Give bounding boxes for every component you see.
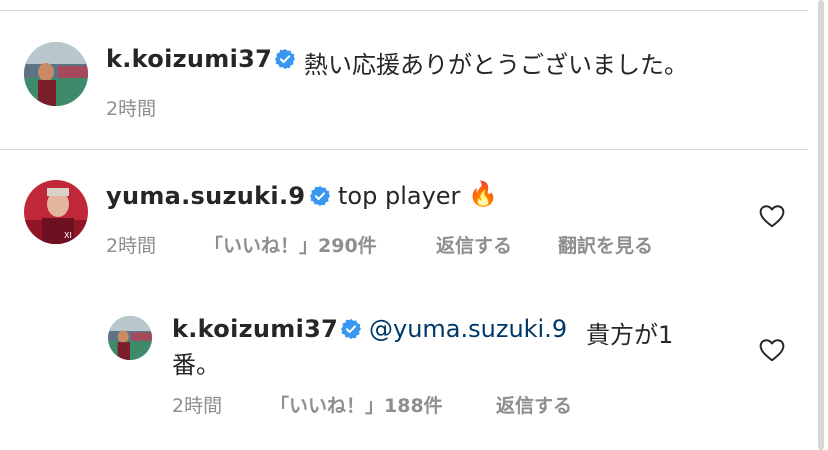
likes-count[interactable]: 「いいね！」188件 — [270, 391, 443, 418]
verified-badge-icon — [340, 318, 362, 340]
comment-text: top player — [338, 182, 461, 210]
username[interactable]: k.koizumi37 — [172, 315, 338, 343]
heart-icon[interactable] — [759, 338, 785, 362]
scrollbar[interactable] — [818, 0, 824, 450]
timestamp[interactable]: 2時間 — [106, 231, 156, 258]
comments-panel: k.koizumi37 熱い応援ありがとうございました。 2時間 XI yuma… — [0, 0, 828, 450]
avatar[interactable] — [108, 316, 152, 360]
verified-badge-icon — [309, 185, 331, 207]
reply-button[interactable]: 返信する — [436, 231, 512, 258]
fire-emoji: 🔥 — [468, 180, 498, 208]
top-divider — [0, 10, 808, 11]
likes-count[interactable]: 「いいね！」290件 — [204, 231, 377, 258]
heart-icon[interactable] — [759, 204, 785, 228]
translate-button[interactable]: 翻訳を見る — [558, 231, 653, 258]
comment-text-line1: 貴方が1 — [586, 321, 674, 349]
verified-badge-icon — [274, 48, 296, 70]
avatar[interactable]: XI — [24, 180, 88, 244]
svg-text:XI: XI — [64, 231, 72, 240]
timestamp[interactable]: 2時間 — [106, 94, 156, 121]
timestamp[interactable]: 2時間 — [172, 391, 222, 418]
avatar[interactable] — [24, 42, 88, 106]
mention-link[interactable]: @yuma.suzuki.9 — [369, 315, 567, 343]
username[interactable]: yuma.suzuki.9 — [106, 182, 305, 210]
comment-text-line2: 番。 — [172, 351, 220, 379]
comment-text: 熱い応援ありがとうございました。 — [304, 51, 688, 79]
divider — [0, 149, 808, 150]
reply-button[interactable]: 返信する — [496, 391, 572, 418]
username[interactable]: k.koizumi37 — [106, 45, 272, 73]
